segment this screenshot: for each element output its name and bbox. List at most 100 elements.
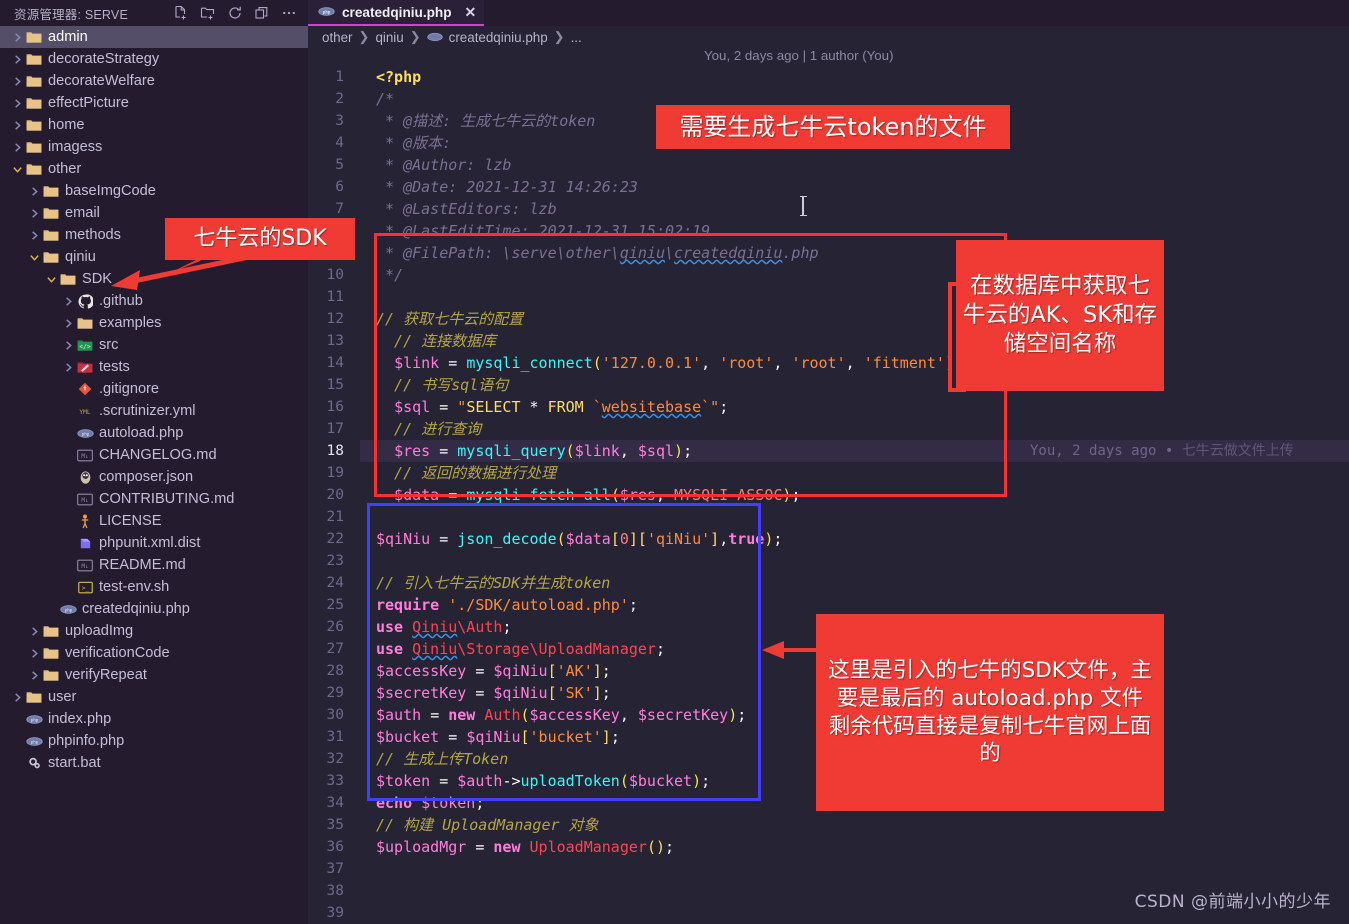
code-line[interactable]: 17 // 进行查询 — [308, 418, 1349, 440]
code-line-text[interactable]: // 连接数据库 — [360, 330, 1349, 352]
chevron-right-icon[interactable] — [26, 623, 42, 639]
chevron-right-icon[interactable] — [26, 227, 42, 243]
tree-item-composer-json[interactable]: composer.json — [0, 466, 308, 488]
chevron-right-icon[interactable] — [26, 645, 42, 661]
tree-item-baseimgcode[interactable]: baseImgCode — [0, 180, 308, 202]
breadcrumb-item-2[interactable]: createdqiniu.php — [449, 30, 548, 45]
code-line[interactable]: 11 — [308, 286, 1349, 308]
code-line-text[interactable]: require './SDK/autoload.php'; — [360, 594, 1349, 616]
code-line-text[interactable] — [360, 506, 1349, 528]
new-folder-icon[interactable] — [200, 5, 216, 21]
code-line-text[interactable]: // 获取七牛云的配置 — [360, 308, 1349, 330]
code-line[interactable]: 16 $sql = "SELECT * FROM `websitebase`"; — [308, 396, 1349, 418]
code-line[interactable]: 20 $data = mysqli_fetch_all($res, MYSQLI… — [308, 484, 1349, 506]
tree-item-verificationcode[interactable]: verificationCode — [0, 642, 308, 664]
code-line[interactable]: 1 <?php — [308, 66, 1349, 88]
code-line-text[interactable]: // 返回的数据进行处理 — [360, 462, 1349, 484]
tree-item-src[interactable]: </> src — [0, 334, 308, 356]
new-file-icon[interactable] — [173, 5, 189, 21]
code-line-text[interactable] — [360, 286, 1349, 308]
tree-item-user[interactable]: user — [0, 686, 308, 708]
code-line[interactable]: 25 require './SDK/autoload.php'; — [308, 594, 1349, 616]
code-line-text[interactable]: $link = mysqli_connect('127.0.0.1', 'roo… — [360, 352, 1349, 374]
code-line-text[interactable]: * @LastEditTime: 2021-12-31 15:02:19 — [360, 220, 1349, 242]
chevron-down-icon[interactable] — [9, 161, 25, 177]
code-line[interactable]: 24 // 引入七牛云的SDK并生成token — [308, 572, 1349, 594]
code-line-text[interactable]: */ — [360, 264, 1349, 286]
tree-item-autoload-php[interactable]: php autoload.php — [0, 422, 308, 444]
tab-createdqiniu-php[interactable]: php createdqiniu.php ✕ — [308, 0, 485, 26]
tree-item-imagess[interactable]: imagess — [0, 136, 308, 158]
tree-item-changelog-md[interactable]: M↓ CHANGELOG.md — [0, 444, 308, 466]
collapse-all-icon[interactable] — [254, 5, 270, 21]
breadcrumb-item-3[interactable]: ... — [571, 30, 582, 45]
tree-item-index-php[interactable]: php index.php — [0, 708, 308, 730]
tree-item-test-env-sh[interactable]: >_ test-env.sh — [0, 576, 308, 598]
code-line-text[interactable]: $data = mysqli_fetch_all($res, MYSQLI_AS… — [360, 484, 1349, 506]
code-line-text[interactable]: * @Author: lzb — [360, 154, 1349, 176]
tree-item-phpunit-xml-dist[interactable]: phpunit.xml.dist — [0, 532, 308, 554]
code-line-text[interactable]: * @FilePath: \serve\other\qiniu\createdq… — [360, 242, 1349, 264]
code-line-text[interactable] — [360, 550, 1349, 572]
tree-item-decoratewelfare[interactable]: decorateWelfare — [0, 70, 308, 92]
tree-item-createdqiniu-php[interactable]: php createdqiniu.php — [0, 598, 308, 620]
code-line-text[interactable] — [360, 858, 1349, 880]
chevron-right-icon[interactable] — [9, 29, 25, 45]
tree-item-other[interactable]: other — [0, 158, 308, 180]
code-line[interactable]: 35 // 构建 UploadManager 对象 — [308, 814, 1349, 836]
tree-item-admin[interactable]: admin — [0, 26, 308, 48]
code-line-text[interactable]: <?php — [360, 66, 1349, 88]
code-line[interactable]: 22 $qiNiu = json_decode($data[0]['qiNiu']… — [308, 528, 1349, 550]
code-line[interactable]: 6 * @Date: 2021-12-31 14:26:23 — [308, 176, 1349, 198]
code-line-text[interactable]: // 进行查询 — [360, 418, 1349, 440]
refresh-icon[interactable] — [227, 5, 243, 21]
code-line[interactable]: 5 * @Author: lzb — [308, 154, 1349, 176]
chevron-right-icon[interactable] — [26, 183, 42, 199]
chevron-right-icon[interactable] — [9, 139, 25, 155]
chevron-right-icon[interactable] — [9, 73, 25, 89]
tree-item-contributing-md[interactable]: M↓ CONTRIBUTING.md — [0, 488, 308, 510]
more-actions-icon[interactable] — [281, 5, 297, 21]
chevron-right-icon[interactable] — [60, 293, 76, 309]
code-line-text[interactable]: // 引入七牛云的SDK并生成token — [360, 572, 1349, 594]
code-line-text[interactable]: // 构建 UploadManager 对象 — [360, 814, 1349, 836]
chevron-right-icon[interactable] — [9, 51, 25, 67]
tree-item-license[interactable]: LICENSE — [0, 510, 308, 532]
code-line[interactable]: 21 — [308, 506, 1349, 528]
breadcrumb-item-1[interactable]: qiniu — [375, 30, 403, 45]
tree-item-scrutinizer-yml[interactable]: YML .scrutinizer.yml — [0, 400, 308, 422]
tree-item-phpinfo-php[interactable]: php phpinfo.php — [0, 730, 308, 752]
code-line[interactable]: 10 */ — [308, 264, 1349, 286]
code-line[interactable]: 18 $res = mysqli_query($link, $sql); You,… — [308, 440, 1349, 462]
chevron-right-icon[interactable] — [60, 337, 76, 353]
tree-item-decoratestrategy[interactable]: decorateStrategy — [0, 48, 308, 70]
code-line[interactable]: 9 * @FilePath: \serve\other\qiniu\create… — [308, 242, 1349, 264]
chevron-right-icon[interactable] — [9, 95, 25, 111]
chevron-right-icon[interactable] — [9, 689, 25, 705]
code-line-text[interactable]: * @LastEditors: lzb — [360, 198, 1349, 220]
tree-item-start-bat[interactable]: start.bat — [0, 752, 308, 774]
code-line-text[interactable]: * @Date: 2021-12-31 14:26:23 — [360, 176, 1349, 198]
tree-item-gitignore[interactable]: .gitignore — [0, 378, 308, 400]
code-line[interactable]: 8 * @LastEditTime: 2021-12-31 15:02:19 — [308, 220, 1349, 242]
code-line[interactable]: 12 // 获取七牛云的配置 — [308, 308, 1349, 330]
tree-item-effectpicture[interactable]: effectPicture — [0, 92, 308, 114]
chevron-right-icon[interactable] — [60, 359, 76, 375]
code-line-text[interactable]: $qiNiu = json_decode($data[0]['qiNiu'],t… — [360, 528, 1349, 550]
chevron-right-icon[interactable] — [9, 117, 25, 133]
chevron-right-icon[interactable] — [26, 205, 42, 221]
code-line[interactable]: 23 — [308, 550, 1349, 572]
breadcrumb[interactable]: other ❯ qiniu ❯ createdqiniu.php ❯ ... — [308, 26, 1349, 48]
code-line[interactable]: 15 // 书写sql语句 — [308, 374, 1349, 396]
file-tree[interactable]: admin decorateStrategy decorateWelfare effe… — [0, 26, 308, 774]
tree-item-home[interactable]: home — [0, 114, 308, 136]
tree-item-uploadimg[interactable]: uploadImg — [0, 620, 308, 642]
code-line[interactable]: 7 * @LastEditors: lzb — [308, 198, 1349, 220]
chevron-right-icon[interactable] — [26, 667, 42, 683]
code-line[interactable]: 36 $uploadMgr = new UploadManager(); — [308, 836, 1349, 858]
code-line[interactable]: 13 // 连接数据库 — [308, 330, 1349, 352]
chevron-down-icon[interactable] — [43, 271, 59, 287]
tree-item-tests[interactable]: tests — [0, 356, 308, 378]
code-line-text[interactable]: $uploadMgr = new UploadManager(); — [360, 836, 1349, 858]
code-line-text[interactable]: $sql = "SELECT * FROM `websitebase`"; — [360, 396, 1349, 418]
